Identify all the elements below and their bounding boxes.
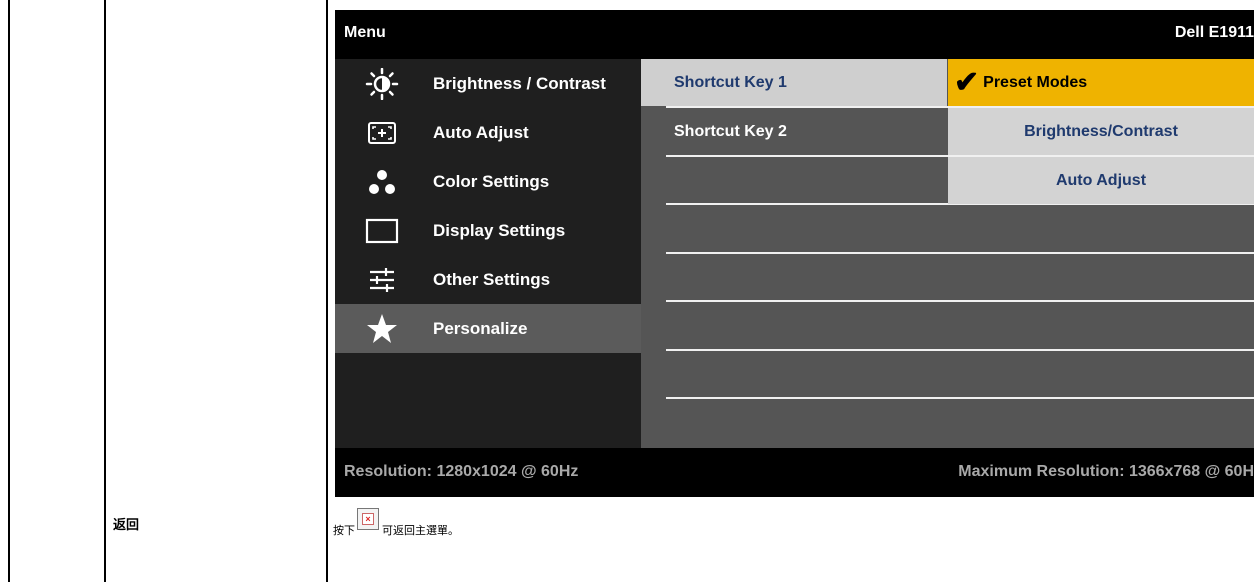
description-suffix: 可返回主選單。 [382,525,459,537]
osd-menu-screenshot: Menu Dell E1911 Brightness / Contrast Au… [335,10,1254,497]
menu-item-label: Personalize [433,318,528,338]
submenu-divider [666,397,1254,399]
color-settings-icon [361,166,403,198]
menu-item-label: Display Settings [433,220,566,240]
shortcut-key-1[interactable]: Shortcut Key 1 [641,59,947,106]
brightness-contrast-icon [361,67,403,100]
display-settings-icon [361,215,403,247]
menu-item-personalize[interactable]: Personalize [335,304,641,353]
submenu-divider [666,300,1254,302]
broken-image-icon: × [362,513,374,525]
menu-item-label: Auto Adjust [433,122,529,142]
menu-item-brightness-contrast[interactable]: Brightness / Contrast [335,59,641,108]
osd-model: Dell E1911 [1174,24,1254,41]
row-label-back: 返回 [113,517,140,532]
shortcut-key-label: Shortcut Key 2 [674,122,787,140]
option-brightness-contrast[interactable]: Brightness/Contrast [948,108,1254,155]
table-border-mid [104,0,106,582]
table-border-left [8,0,10,582]
star-icon [361,313,403,345]
option-label: Brightness/Contrast [1024,122,1178,140]
menu-item-label: Color Settings [433,171,550,191]
option-auto-adjust[interactable]: Auto Adjust [948,157,1254,204]
shortcut-key-label: Shortcut Key 1 [674,73,787,91]
shortcut-key-2[interactable]: Shortcut Key 2 [641,108,947,155]
description-prefix: 按下 [333,525,355,537]
menu-item-color-settings[interactable]: Color Settings [335,157,641,206]
osd-title: Menu [344,24,386,41]
option-label: Preset Modes [983,73,1088,91]
menu-item-label: Other Settings [433,269,551,289]
menu-item-auto-adjust[interactable]: Auto Adjust [335,108,641,157]
menu-item-other-settings[interactable]: Other Settings [335,255,641,304]
menu-item-display-settings[interactable]: Display Settings [335,206,641,255]
row-description: 按下 × 可返回主選單。 [333,508,459,538]
menu-item-label: Brightness / Contrast [433,73,606,93]
back-button-image: × [357,508,379,530]
submenu-divider [666,252,1254,254]
checkmark-icon: ✔ [954,65,980,99]
max-resolution: Maximum Resolution: 1366x768 @ 60Hz [958,463,1254,480]
osd-header: Menu Dell E1911 [335,10,1254,56]
table-border-right [326,0,328,582]
osd-footer: Resolution: 1280x1024 @ 60Hz Maximum Res… [335,448,1254,497]
current-resolution: Resolution: 1280x1024 @ 60Hz [344,463,579,480]
other-settings-icon [361,264,403,296]
option-label: Auto Adjust [1055,171,1147,189]
submenu-divider [666,349,1254,351]
option-preset-modes[interactable]: ✔ Preset Modes [948,59,1254,106]
auto-adjust-icon [361,117,403,149]
